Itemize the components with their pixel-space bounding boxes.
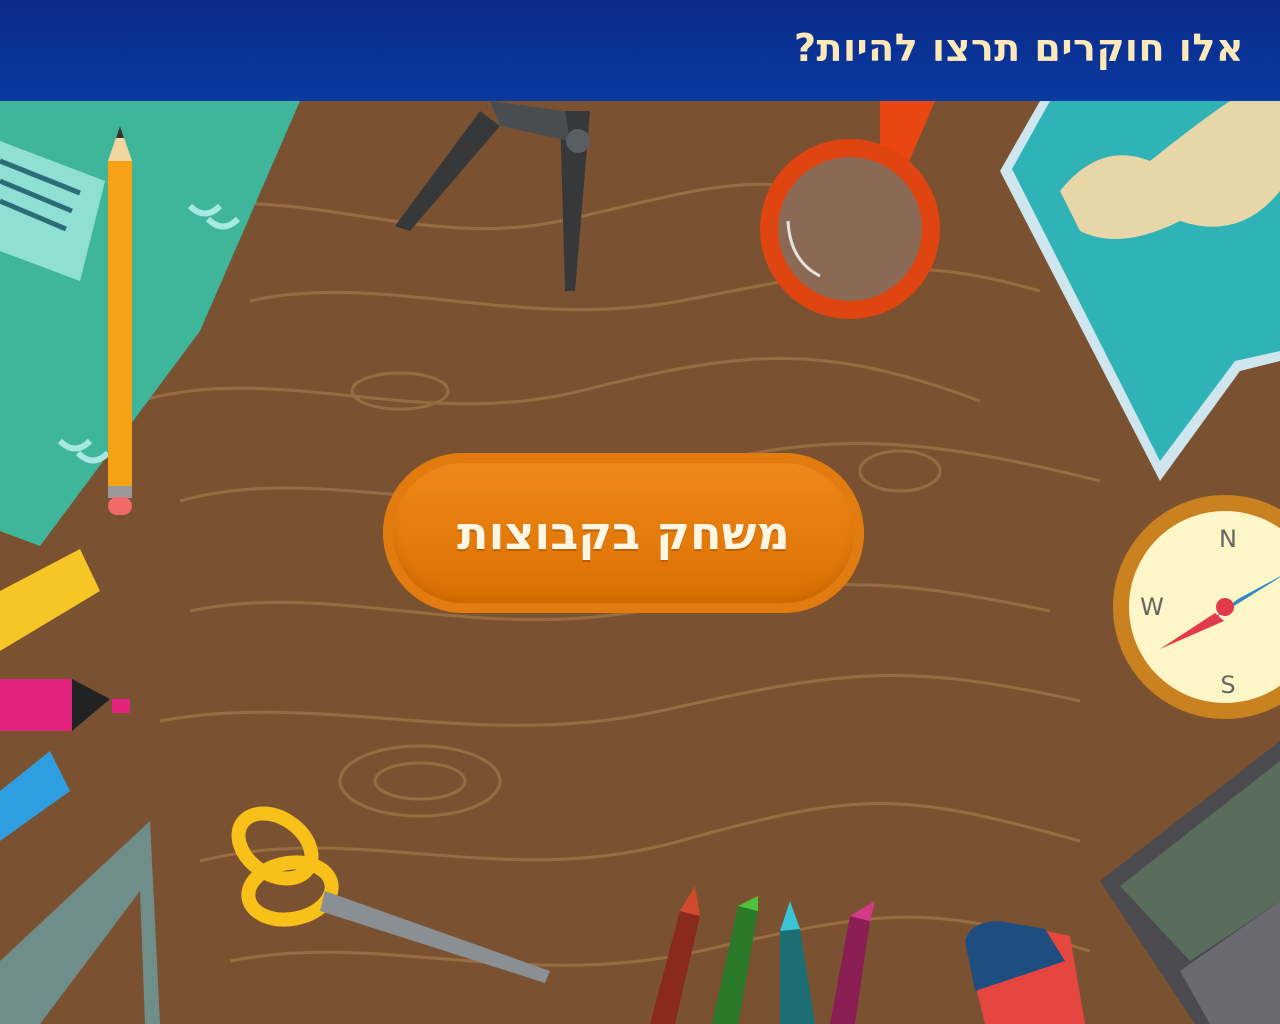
compass-south-label: S (1220, 671, 1235, 699)
group-game-button[interactable]: משחק בקבוצות (383, 453, 864, 613)
pencil-icon (108, 126, 132, 515)
eraser-icon (965, 921, 1085, 1024)
group-game-button-label: משחק בקבוצות (457, 506, 790, 560)
header-bar: אלו חוקרים תרצו להיות? (0, 0, 1280, 101)
compass-north-label: N (1219, 525, 1237, 553)
page-title: אלו חוקרים תרצו להיות? (793, 26, 1244, 70)
compass-west-label: W (1140, 593, 1164, 621)
